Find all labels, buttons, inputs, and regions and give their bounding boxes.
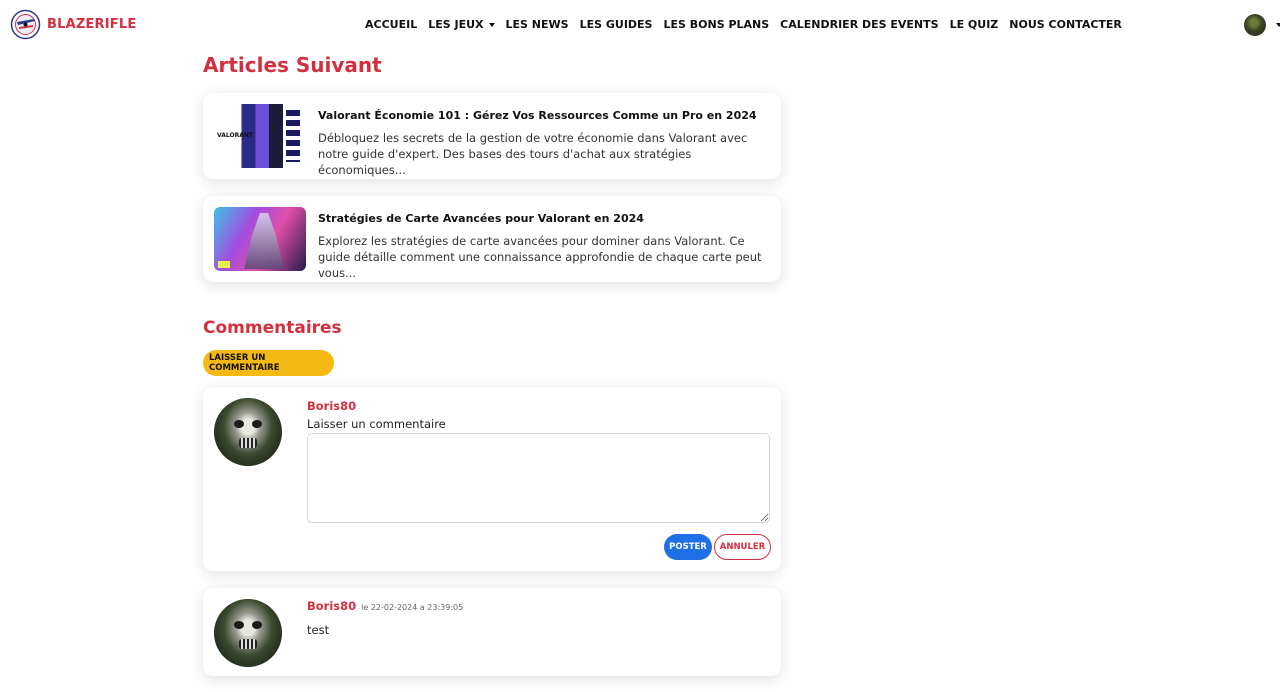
article-card[interactable]: VALORANT Valorant Économie 101 : Gérez V… xyxy=(203,93,781,179)
comment-form: Boris80 Laisser un commentaire POSTER AN… xyxy=(203,387,781,571)
cancel-button[interactable]: ANNULER xyxy=(714,534,771,560)
user-menu[interactable] xyxy=(1244,14,1280,36)
nav-item-label: LE QUIZ xyxy=(949,18,999,31)
main-nav: ACCUEIL LES JEUX LES NEWS LES GUIDES LES… xyxy=(365,18,1133,31)
brand-name: BLAZERIFLE xyxy=(47,17,137,32)
article-card[interactable]: Stratégies de Carte Avancées pour Valora… xyxy=(203,196,781,282)
caret-down-icon xyxy=(488,22,495,27)
nav-item-nous-contacter[interactable]: NOUS CONTACTER xyxy=(1009,18,1122,31)
brand-logo-icon xyxy=(10,9,41,40)
nav-item-accueil[interactable]: ACCUEIL xyxy=(365,18,417,31)
article-excerpt: Débloquez les secrets de la gestion de v… xyxy=(318,131,748,177)
navbar: BLAZERIFLE ACCUEIL LES JEUX LES NEWS LES… xyxy=(0,0,1280,50)
comment-text: test xyxy=(307,623,330,637)
nav-item-label: ACCUEIL xyxy=(365,18,418,31)
article-thumbnail: VALORANT xyxy=(214,104,306,168)
thumbnail-figure xyxy=(244,213,284,269)
thumbnail-tag xyxy=(218,261,230,268)
nav-item-label: LES JEUX xyxy=(428,18,484,31)
comment-meta: Boris80 le 22-02-2024 a 23:39:05 xyxy=(307,599,463,613)
comment-form-username[interactable]: Boris80 xyxy=(307,399,356,413)
comments-section-title: Commentaires xyxy=(203,318,342,338)
nav-item-label: NOUS CONTACTER xyxy=(1009,18,1122,31)
user-avatar xyxy=(1244,14,1266,36)
post-button[interactable]: POSTER xyxy=(664,534,712,560)
nav-item-le-quiz[interactable]: LE QUIZ xyxy=(950,18,999,31)
article-thumbnail xyxy=(214,207,306,271)
avatar xyxy=(214,398,282,466)
nav-item-les-guides[interactable]: LES GUIDES xyxy=(580,18,653,31)
nav-item-label: LES BONS PLANS xyxy=(663,18,770,31)
comment-textarea[interactable] xyxy=(307,433,770,523)
nav-item-label: CALENDRIER DES EVENTS xyxy=(780,18,939,31)
nav-item-calendrier[interactable]: CALENDRIER DES EVENTS xyxy=(780,18,938,31)
caret-down-icon xyxy=(1276,23,1280,27)
nav-item-les-jeux[interactable]: LES JEUX xyxy=(428,18,495,31)
articles-section-title: Articles Suivant xyxy=(203,53,382,77)
article-excerpt: Explorez les stratégies de carte avancée… xyxy=(318,234,762,280)
nav-item-label: LES GUIDES xyxy=(579,18,653,31)
comment-date: le 22-02-2024 a 23:39:05 xyxy=(361,603,464,612)
avatar xyxy=(214,599,282,667)
brand[interactable]: BLAZERIFLE xyxy=(9,9,136,40)
comment-username[interactable]: Boris80 xyxy=(307,599,356,613)
leave-comment-button[interactable]: LAISSER UN COMMENTAIRE xyxy=(203,350,334,376)
thumbnail-text: VALORANT xyxy=(217,132,253,139)
article-title[interactable]: Stratégies de Carte Avancées pour Valora… xyxy=(318,212,644,225)
article-title[interactable]: Valorant Économie 101 : Gérez Vos Ressou… xyxy=(318,109,757,122)
nav-item-les-bons-plans[interactable]: LES BONS PLANS xyxy=(663,18,769,31)
thumbnail-decoration xyxy=(286,110,300,162)
comment-item: Boris80 le 22-02-2024 a 23:39:05 test xyxy=(203,588,781,676)
nav-item-les-news[interactable]: LES NEWS xyxy=(506,18,569,31)
nav-item-label: LES NEWS xyxy=(505,18,569,31)
comment-form-label: Laisser un commentaire xyxy=(307,417,446,431)
